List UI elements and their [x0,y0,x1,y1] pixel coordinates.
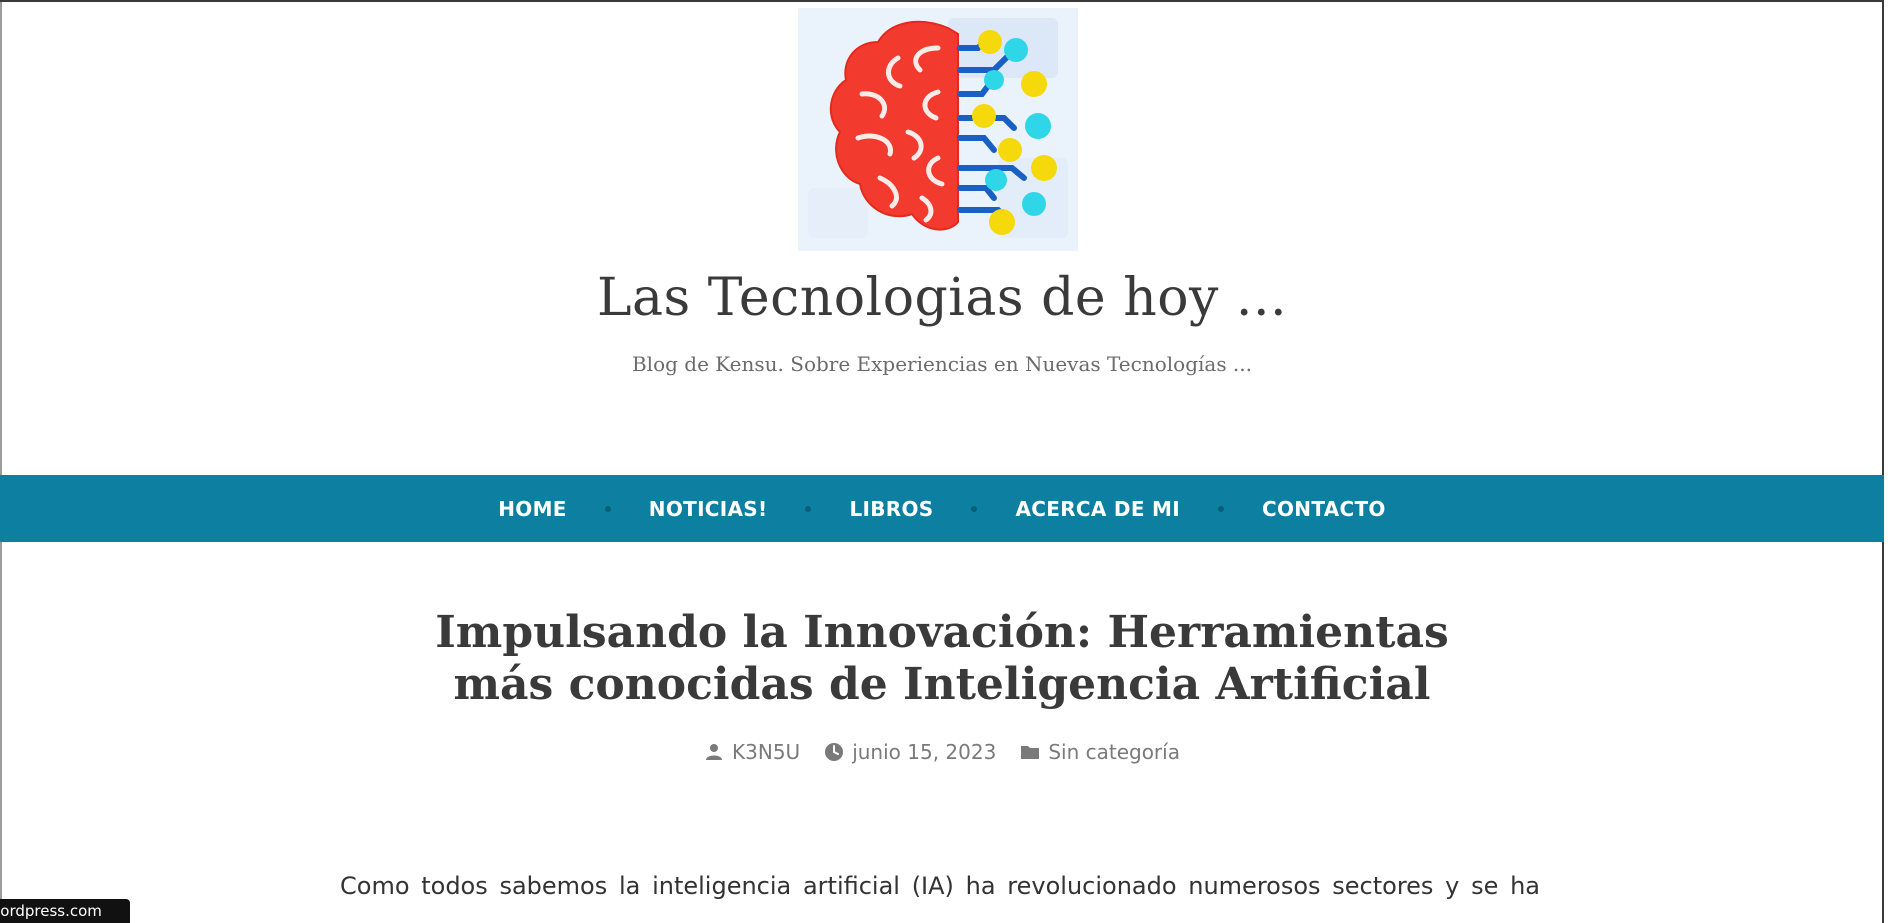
main-navigation: HOME NOTICIAS! LIBROS ACERCA DE MI CONTA… [0,475,1884,542]
site-logo[interactable] [798,8,1078,251]
site-tagline: Blog de Kensu. Sobre Experiencias en Nue… [631,352,1253,376]
site-title[interactable]: Las Tecnologias de hoy ... [0,268,1884,328]
post-meta: K3N5U junio 15, 2023 Sin categoría [0,740,1884,764]
post-date: junio 15, 2023 [824,740,996,764]
user-icon [704,742,724,762]
nav-separator [604,505,611,512]
post-category: Sin categoría [1020,740,1180,764]
nav-item-home[interactable]: HOME [498,497,567,521]
post-body-paragraph: Como todos sabemos la inteligencia artif… [340,872,1540,900]
clock-icon [824,742,844,762]
date-link[interactable]: junio 15, 2023 [852,740,996,764]
wordpress-badge[interactable]: wordpress.com [0,899,130,923]
post-title[interactable]: Impulsando la Innovación: Herramientas m… [380,607,1504,711]
nav-separator [971,505,978,512]
post-author: K3N5U [704,740,800,764]
nav-separator [1218,505,1224,512]
brain-circuit-logo-icon [798,8,1078,251]
nav-item-noticias[interactable]: NOTICIAS! [649,497,768,521]
wordpress-badge-label: wordpress.com [0,902,102,920]
nav-separator [805,505,812,512]
nav-item-libros[interactable]: LIBROS [849,497,933,521]
window-edge [0,0,2,923]
nav-item-contacto[interactable]: CONTACTO [1262,497,1386,521]
nav-item-acerca-de-mi[interactable]: ACERCA DE MI [1015,497,1180,521]
author-link[interactable]: K3N5U [732,740,800,764]
folder-icon [1020,742,1040,762]
category-link[interactable]: Sin categoría [1048,740,1180,764]
